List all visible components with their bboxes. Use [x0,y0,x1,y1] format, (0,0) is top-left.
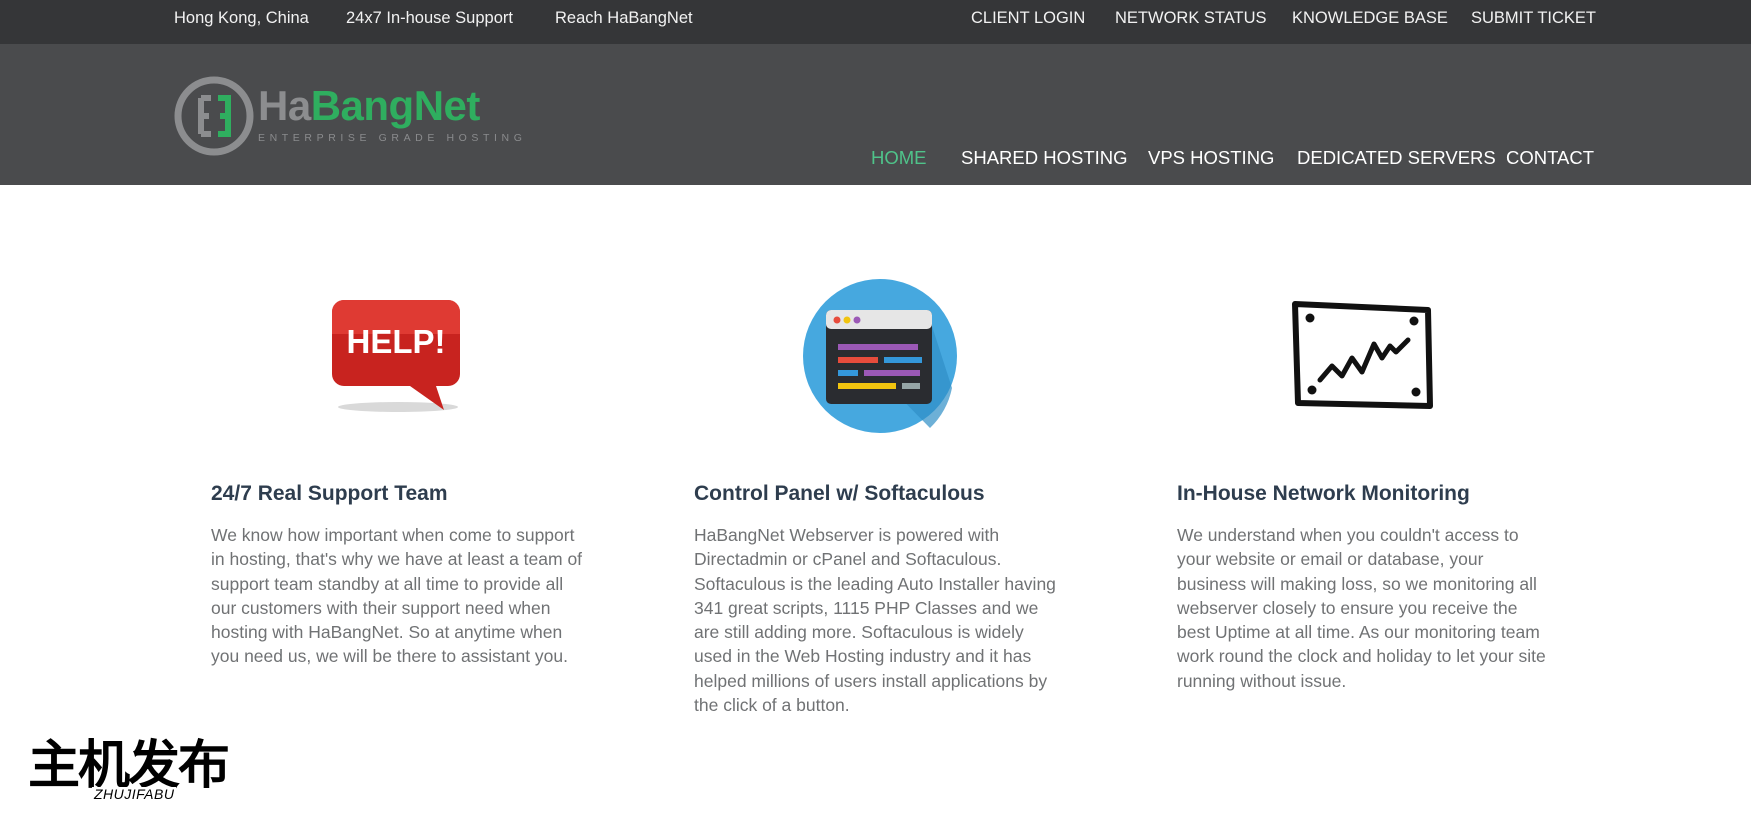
watermark-pinyin-text: ZHUJIFABU [92,786,177,802]
topbar-location: Hong Kong, China [174,9,309,27]
feature-title: In-House Network Monitoring [1177,482,1470,505]
submit-ticket-link[interactable]: SUBMIT TICKET [1471,0,1596,37]
feature-description: We know how important when come to suppo… [211,525,583,667]
knowledge-base-link[interactable]: KNOWLEDGE BASE [1292,0,1448,37]
help-icon-text: HELP! [347,323,446,360]
client-login-link[interactable]: CLIENT LOGIN [971,0,1085,37]
nav-dedicated-servers[interactable]: DEDICATED SERVERS [1297,44,1496,272]
nav-vps-hosting[interactable]: VPS HOSTING [1148,44,1274,272]
feature-title: 24/7 Real Support Team [211,482,448,505]
logo-wordmark: HaBangNet [258,76,480,136]
help-speech-bubble-icon: HELP! [332,292,472,422]
topbar-support-link[interactable]: 24x7 In-house Support [346,0,513,37]
nav-home[interactable]: HOME [871,44,927,272]
logo-emblem-icon [174,76,254,156]
feature-description: We understand when you couldn't access t… [1177,525,1546,691]
top-bar: Hong Kong, China 24x7 In-house Support R… [0,0,1751,44]
feature-description: HaBangNet Webserver is powered with Dire… [694,525,1056,716]
main-header: HaBangNet ENTERPRISE GRADE HOSTING HOME … [0,44,1751,185]
topbar-reach-link[interactable]: Reach HaBangNet [555,0,693,37]
logo-brand-part1: Ha [258,82,311,129]
feature-title: Control Panel w/ Softaculous [694,482,985,505]
network-status-link[interactable]: NETWORK STATUS [1115,0,1267,37]
nav-contact[interactable]: CONTACT [1506,44,1594,272]
control-panel-window-icon [802,278,958,439]
nav-shared-hosting[interactable]: SHARED HOSTING [961,44,1128,272]
logo-brand-part2: BangNet [310,82,481,129]
habangnet-logo[interactable]: HaBangNet ENTERPRISE GRADE HOSTING [174,76,522,156]
watermark-logo: 主机发布 ZHUJIFABU [28,736,238,810]
logo-tagline: ENTERPRISE GRADE HOSTING [258,132,527,144]
network-monitor-chart-icon [1290,300,1438,417]
